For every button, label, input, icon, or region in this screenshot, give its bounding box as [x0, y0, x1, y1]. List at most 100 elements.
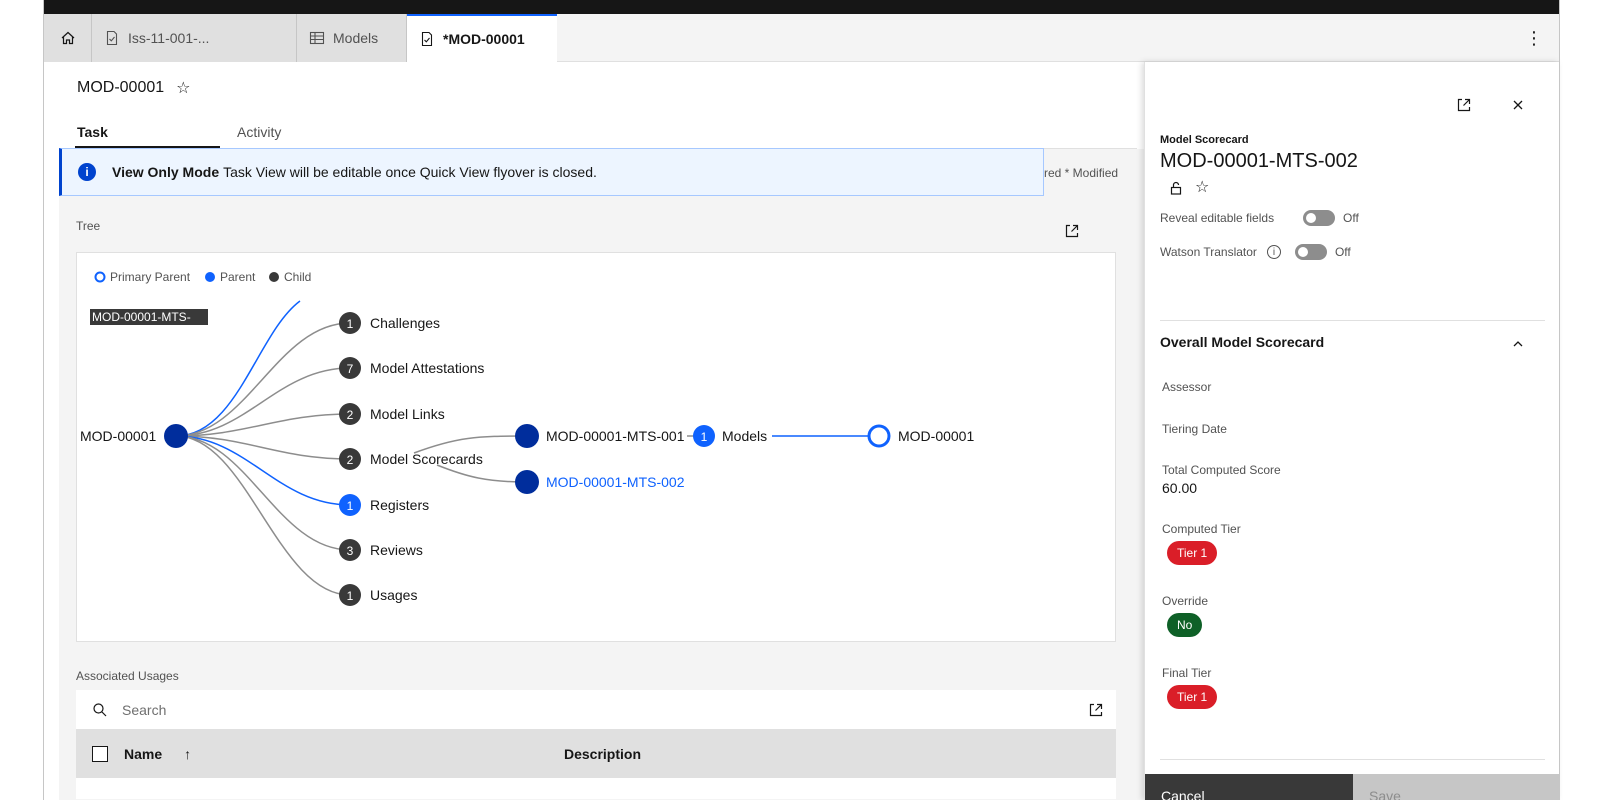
node-count: 3 [347, 544, 354, 558]
search-placeholder: Search [122, 701, 167, 718]
column-name[interactable]: Name [124, 746, 162, 762]
final-tier-tag: Tier 1 [1167, 685, 1218, 709]
override-tag: No [1167, 613, 1203, 637]
tab-activity[interactable]: Activity [237, 124, 281, 140]
info-icon[interactable]: i [1266, 245, 1281, 259]
node-mts-001[interactable]: MOD-00001-MTS-001 [515, 424, 685, 448]
usages-search[interactable]: Search [76, 690, 1116, 730]
edge-reviews [175, 435, 351, 551]
popout-icon[interactable] [1456, 97, 1472, 113]
node-model-attestations[interactable]: 7 Model Attestations [339, 357, 484, 379]
node-label: Model Attestations [370, 360, 484, 376]
page-title: MOD-00001 ☆ [77, 78, 191, 98]
node-label: Challenges [370, 315, 440, 331]
edge-challenges [175, 322, 351, 437]
node-label: MOD-00001 [898, 428, 974, 444]
content-tabs: Task Activity [75, 124, 1137, 148]
tab-home[interactable] [44, 14, 92, 62]
total-score-label: Total Computed Score [1162, 463, 1281, 477]
unlock-icon[interactable] [1168, 180, 1184, 196]
tree-section-label: Tree [76, 219, 101, 233]
sort-arrow-icon[interactable]: ↑ [184, 746, 191, 762]
view-only-banner: i View Only Mode Task View will be edita… [59, 148, 1044, 196]
node-model-links[interactable]: 2 Model Links [339, 403, 445, 425]
section-title[interactable]: Overall Model Scorecard [1160, 334, 1324, 350]
tiering-date-label: Tiering Date [1162, 422, 1227, 436]
reveal-toggle[interactable] [1303, 210, 1335, 226]
computed-tier-tag: Tier 1 [1167, 541, 1218, 565]
node-mts-002[interactable]: MOD-00001-MTS-002 [515, 470, 685, 494]
star-icon[interactable]: ☆ [1195, 177, 1209, 197]
reveal-state: Off [1343, 211, 1359, 225]
close-icon[interactable] [1510, 97, 1526, 113]
tree-graph: Primary Parent Parent Child MOD-00001-MT… [76, 252, 1116, 642]
cancel-button[interactable]: Cancel [1145, 774, 1353, 800]
flyover-label: Model Scorecard [1160, 134, 1249, 146]
chevron-up-icon[interactable] [1510, 336, 1526, 352]
total-score-value: 60.00 [1162, 480, 1198, 496]
node-label: Usages [370, 587, 417, 603]
node-label: MOD-00001-MTS-001 [546, 428, 685, 444]
node-models[interactable]: 1 Models [693, 425, 767, 447]
search-icon [93, 702, 107, 716]
node-challenges[interactable]: 1 Challenges [339, 312, 440, 334]
banner-title: View Only Mode [112, 164, 220, 180]
info-icon: i [78, 163, 96, 181]
root-node[interactable] [164, 424, 188, 448]
root-node-label: MOD-00001 [80, 428, 156, 444]
node-count: 7 [347, 362, 354, 376]
node-count: 1 [701, 430, 708, 444]
tab-label: Iss-11-001-... [128, 30, 210, 46]
final-tier-label: Final Tier [1162, 666, 1212, 680]
edge-mts-002 [436, 464, 528, 483]
popout-icon[interactable] [1088, 702, 1104, 718]
star-icon[interactable]: ☆ [176, 78, 190, 98]
table-icon [309, 31, 325, 45]
node-model-scorecards[interactable]: 2 Model Scorecards [339, 448, 483, 470]
node-label: Reviews [370, 542, 423, 558]
node-tooltip-text: MOD-00001-MTS- [92, 310, 191, 324]
tab-mod-00001[interactable]: *MOD-00001 [407, 14, 557, 62]
tab-task[interactable]: Task [75, 124, 220, 148]
legend-parent-icon [205, 272, 215, 282]
reveal-editable-row: Reveal editable fields Off [1160, 210, 1359, 226]
node-target-model[interactable]: MOD-00001 [867, 424, 974, 448]
window-border-right [1559, 0, 1560, 800]
node-label: Models [722, 428, 767, 444]
left-margin [0, 0, 44, 800]
overflow-menu-icon[interactable]: ⋮ [1525, 28, 1543, 49]
column-description: Description [564, 746, 642, 762]
page-title-text: MOD-00001 [77, 79, 165, 96]
assessor-label: Assessor [1162, 380, 1212, 394]
watson-label: Watson Translator [1160, 245, 1257, 259]
document-check-icon [106, 30, 118, 46]
tab-issue[interactable]: Iss-11-001-... [92, 14, 297, 62]
legend-parent: Parent [220, 270, 256, 284]
tree-svg: Primary Parent Parent Child MOD-00001-MT… [80, 270, 974, 606]
node-registers[interactable]: 1 Registers [339, 494, 429, 516]
flyover-title: MOD-00001-MTS-002 [1160, 150, 1358, 172]
watson-toggle[interactable] [1294, 244, 1327, 260]
node-reviews[interactable]: 3 Reviews [339, 539, 423, 561]
reveal-label: Reveal editable fields [1160, 211, 1275, 225]
flyover-footer: Cancel Save [1145, 774, 1560, 800]
node-usages[interactable]: 1 Usages [339, 584, 417, 606]
banner-text: Task View will be editable once Quick Vi… [223, 164, 597, 180]
modified-indicator: red * Modified [1044, 166, 1119, 180]
node-label: Registers [370, 497, 429, 513]
watson-state: Off [1334, 245, 1351, 259]
task-view: MOD-00001 ☆ Task Activity Tree Primary P… [44, 62, 1144, 800]
tab-label: *MOD-00001 [443, 31, 525, 47]
task-body: Tree Primary Parent Parent Child MOD-000… [59, 149, 1144, 800]
legend-primary-parent-icon [94, 271, 106, 283]
save-button[interactable]: Save [1353, 774, 1560, 800]
tab-label: Models [333, 30, 379, 46]
popout-icon[interactable] [1064, 223, 1080, 239]
select-all-checkbox[interactable] [92, 746, 108, 762]
section-divider [1160, 759, 1545, 760]
computed-tier-label: Computed Tier [1162, 522, 1241, 536]
document-check-icon [421, 31, 433, 47]
override-label: Override [1162, 594, 1209, 608]
tab-models[interactable]: Models [297, 14, 407, 62]
node-count: 1 [347, 499, 354, 513]
